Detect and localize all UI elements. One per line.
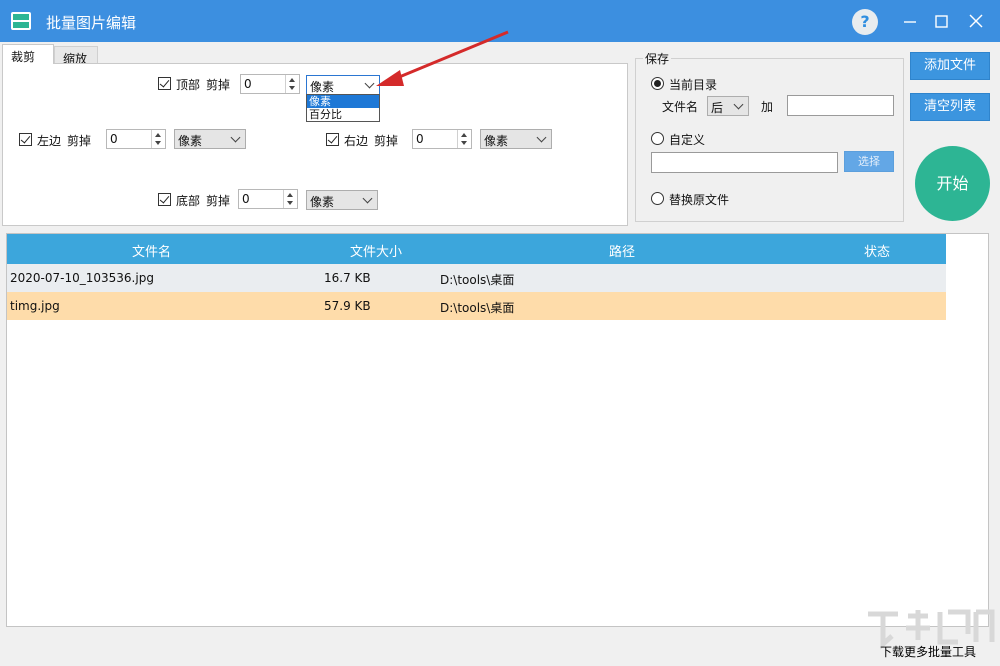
column-header-size[interactable]: 文件大小 <box>350 241 402 260</box>
help-button[interactable]: ? <box>852 9 878 35</box>
minimize-icon[interactable] <box>896 8 924 34</box>
column-header-status[interactable]: 状态 <box>864 241 890 260</box>
unit-option-pixel[interactable]: 像素 <box>307 95 379 108</box>
left-unit-value: 像素 <box>178 134 203 148</box>
filename-suffix-input[interactable] <box>787 95 894 116</box>
table-header: 文件名 文件大小 路径 状态 <box>7 234 946 264</box>
right-unit-select[interactable]: 像素 <box>480 129 552 149</box>
stepper-arrows-icon[interactable] <box>457 130 471 148</box>
right-crop-stepper[interactable]: 0 <box>412 129 472 149</box>
top-crop-value: 0 <box>244 77 252 91</box>
column-header-path[interactable]: 路径 <box>609 241 635 260</box>
file-name-cell: 2020-07-10_103536.jpg <box>10 271 154 285</box>
browse-button[interactable]: 选择 <box>844 151 894 172</box>
left-crop-stepper[interactable]: 0 <box>106 129 166 149</box>
column-header-filename[interactable]: 文件名 <box>132 241 171 260</box>
unit-option-percent[interactable]: 百分比 <box>307 108 379 121</box>
top-unit-select[interactable]: 像素 <box>306 75 380 95</box>
top-action-label: 剪掉 <box>206 78 231 92</box>
file-size-cell: 57.9 KB <box>324 299 371 313</box>
current-dir-label: 当前目录 <box>669 78 718 92</box>
bottom-crop-value: 0 <box>242 192 250 206</box>
chevron-down-icon <box>362 193 373 204</box>
left-label: 左边 <box>37 134 62 148</box>
stepper-arrows-icon[interactable] <box>151 130 165 148</box>
custom-path-input[interactable] <box>651 152 838 173</box>
chevron-down-icon <box>230 132 241 143</box>
file-size-cell: 16.7 KB <box>324 271 371 285</box>
download-more-tools-link[interactable]: 下载更多批量工具 <box>880 643 976 660</box>
right-action-label: 剪掉 <box>374 134 399 148</box>
top-crop-stepper[interactable]: 0 <box>240 74 300 94</box>
filename-label: 文件名 <box>662 100 699 114</box>
chevron-down-icon <box>536 132 547 143</box>
file-name-cell: timg.jpg <box>10 299 60 313</box>
left-unit-select[interactable]: 像素 <box>174 129 246 149</box>
window-title: 批量图片编辑 <box>46 14 137 32</box>
tab-scale[interactable]: 缩放 <box>54 46 98 66</box>
top-unit-value: 像素 <box>310 80 335 94</box>
stepper-arrows-icon[interactable] <box>285 75 299 93</box>
bottom-label: 底部 <box>176 194 201 208</box>
table-row[interactable]: timg.jpg 57.9 KB D:\tools\桌面 <box>7 292 946 320</box>
right-crop-value: 0 <box>416 132 424 146</box>
annotation-arrow-icon <box>376 30 509 86</box>
clear-list-button[interactable]: 清空列表 <box>910 93 990 121</box>
tab-crop[interactable]: 裁剪 <box>2 44 54 64</box>
unit-dropdown-list: 像素 百分比 <box>306 94 380 122</box>
left-crop-checkbox[interactable] <box>19 133 32 146</box>
chevron-down-icon <box>733 99 744 110</box>
start-button[interactable]: 开始 <box>915 146 990 221</box>
right-unit-value: 像素 <box>484 134 509 148</box>
stepper-arrows-icon[interactable] <box>283 190 297 208</box>
top-label: 顶部 <box>176 78 201 92</box>
app-image-icon <box>11 12 31 30</box>
bottom-unit-value: 像素 <box>310 195 335 209</box>
right-crop-checkbox[interactable] <box>326 133 339 146</box>
maximize-icon[interactable] <box>928 8 956 34</box>
replace-original-label: 替换原文件 <box>669 193 730 207</box>
bottom-action-label: 剪掉 <box>206 194 231 208</box>
replace-original-radio[interactable] <box>651 192 664 205</box>
bottom-unit-select[interactable]: 像素 <box>306 190 378 210</box>
file-path-cell: D:\tools\桌面 <box>440 273 515 287</box>
right-label: 右边 <box>344 134 369 148</box>
save-legend: 保存 <box>643 50 672 67</box>
file-path-cell: D:\tools\桌面 <box>440 301 515 315</box>
bottom-crop-checkbox[interactable] <box>158 193 171 206</box>
left-crop-value: 0 <box>110 132 118 146</box>
custom-dir-label: 自定义 <box>669 133 706 147</box>
custom-dir-radio[interactable] <box>651 132 664 145</box>
add-suffix-label: 加 <box>761 100 774 114</box>
close-icon[interactable] <box>962 8 990 34</box>
filename-position-value: 后 <box>711 101 724 115</box>
table-row[interactable]: 2020-07-10_103536.jpg 16.7 KB D:\tools\桌… <box>7 264 946 292</box>
filename-position-select[interactable]: 后 <box>707 96 749 116</box>
add-files-button[interactable]: 添加文件 <box>910 52 990 80</box>
current-dir-radio[interactable] <box>651 77 664 90</box>
top-crop-checkbox[interactable] <box>158 77 171 90</box>
left-action-label: 剪掉 <box>67 134 92 148</box>
bottom-crop-stepper[interactable]: 0 <box>238 189 298 209</box>
